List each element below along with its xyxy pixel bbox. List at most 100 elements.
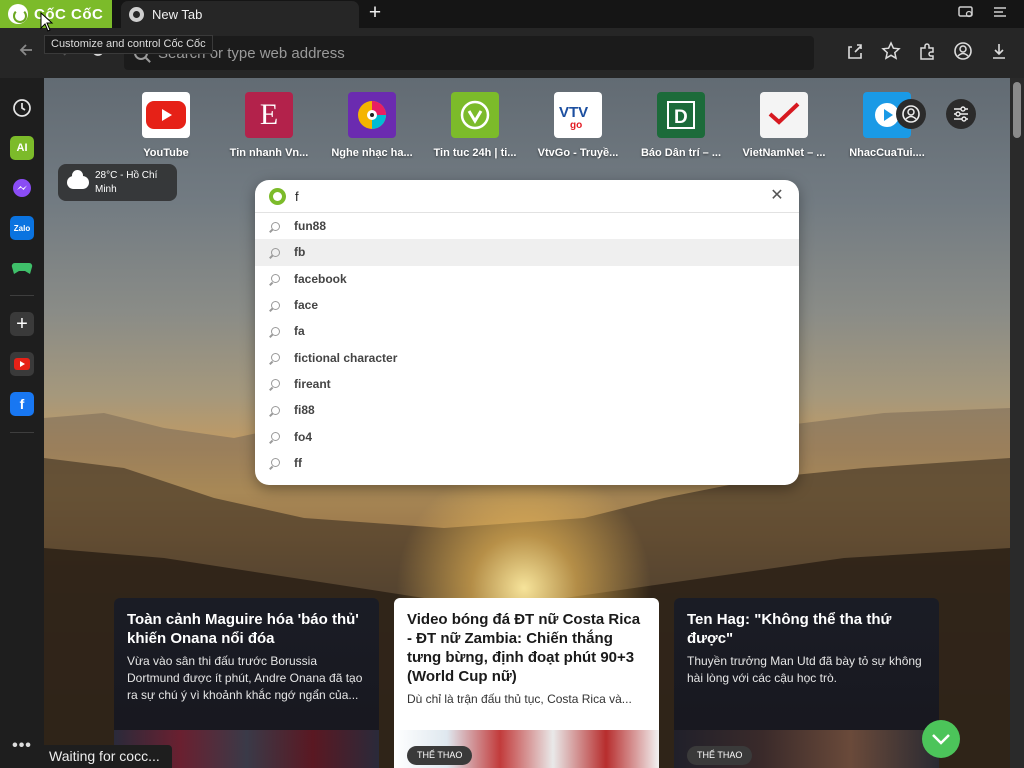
speed-dial-item[interactable]: VTV go VtvGo - Truyề... [530,92,626,159]
customize-button[interactable] [946,99,976,129]
music-disc-icon [348,92,396,138]
news-category-badge: THỂ THAO [407,746,473,765]
news-title: Ten Hag: "Không thể tha thứ được" [687,611,892,647]
tooltip: Customize and control Cốc Cốc [44,35,213,54]
suggestion-text: fireant [294,376,331,391]
suggestion-text: fun88 [294,219,327,234]
suggestion-text: face [294,298,319,313]
tab-title: New Tab [152,7,203,22]
speed-dial-label: Tin tuc 24h | ti... [433,147,517,159]
facebook-icon[interactable]: f [10,392,34,416]
speed-dial-item[interactable]: VietNamNet – ... [736,92,832,159]
e-letter-icon: E [245,92,293,138]
search-input[interactable] [295,188,735,204]
browser-window: CốC CốC New Tab + Search or type web add… [0,0,1024,768]
scrollbar-thumb[interactable] [1013,82,1021,138]
news-desc: Dù chỉ là trận đấu thủ tục, Costa Rica v… [407,692,632,706]
account-icon [902,105,920,123]
speed-dial-label: Tin nhanh Vn... [229,147,309,159]
suggestion-item[interactable]: fb [255,239,799,266]
messenger-icon[interactable] [10,176,34,200]
history-icon[interactable] [10,96,34,120]
suggestion-item[interactable]: facebook [255,266,799,292]
suggestion-item[interactable]: fireant [255,371,799,397]
account-button[interactable] [896,99,926,129]
search-icon [271,326,280,336]
speed-dial-label: VtvGo - Truyề... [537,147,619,159]
suggestion-item[interactable]: fo4 [255,423,799,449]
sliders-icon [954,106,968,122]
suggestion-text: ff [294,455,302,470]
tab-strip: CốC CốC New Tab + [0,0,1024,28]
close-icon[interactable]: ✕ [769,188,785,204]
search-icon [271,458,280,468]
svg-text:D: D [674,107,688,128]
news-card[interactable]: Video bóng đá ĐT nữ Costa Rica - ĐT nữ Z… [394,598,659,768]
search-icon [271,247,280,257]
sidebar-divider [10,295,34,296]
suggestion-text: fa [294,324,305,339]
download-icon[interactable] [988,41,1010,65]
bookmark-star-icon[interactable] [880,41,902,65]
svg-text:VTV: VTV [559,104,588,121]
share-icon[interactable] [844,41,866,65]
speed-dial-item[interactable]: E Tin nhanh Vn... [221,92,317,159]
zalo-icon[interactable]: Zalo [10,216,34,240]
extensions-icon[interactable] [916,41,938,65]
news-desc: Vừa vào sân thi đấu trước Borussia Dortm… [127,654,363,702]
new-tab-button[interactable]: + [364,2,386,25]
suggestion-item[interactable]: fa [255,318,799,344]
weather-widget[interactable]: 28°C - Hồ Chí Minh [58,164,177,201]
speed-dial-item[interactable]: YouTube [118,92,214,159]
news-title: Toàn cảnh Maguire hóa 'báo thủ' khiến On… [127,611,359,647]
speed-dial-label: Báo Dân trí – ... [640,147,722,159]
coccoc-logo-icon [8,4,28,24]
suggestion-list: fun88 fb facebook face fa fictional character… [255,213,799,476]
tab-search-icon[interactable] [990,4,1010,24]
address-bar[interactable]: Search or type web address [124,36,814,70]
status-bar: Waiting for cocc... [44,745,172,768]
youtube-sidebar-icon[interactable] [10,352,34,376]
tab-new-tab[interactable]: New Tab [121,1,359,28]
scroll-down-button[interactable] [922,720,960,758]
suggestion-text: fi88 [294,403,315,418]
news-card[interactable]: Toàn cảnh Maguire hóa 'báo thủ' khiến On… [114,598,379,768]
cloud-icon [67,170,89,189]
search-box[interactable]: ✕ [255,180,799,213]
suggestion-text: facebook [294,271,347,286]
suggestion-item[interactable]: ff [255,450,799,476]
profile-icon[interactable] [952,41,974,65]
news-category-badge: THỂ THAO [687,746,753,765]
search-icon [271,274,280,284]
sidebar-divider [10,432,34,433]
speed-dial-item[interactable]: Tin tuc 24h | ti... [427,92,523,159]
d-letter-icon: D [657,92,705,138]
speed-dial-label: NhacCuaTui.... [849,147,925,159]
speed-dial-item[interactable]: D Báo Dân trí – ... [633,92,729,159]
game-controller-icon[interactable] [10,256,34,280]
speed-dial-item[interactable]: Nghe nhạc ha... [324,92,420,159]
suggestion-item[interactable]: fi88 [255,397,799,423]
search-icon [271,405,280,415]
check-mark-icon [760,92,808,138]
news-title: Video bóng đá ĐT nữ Costa Rica - ĐT nữ Z… [407,611,641,685]
suggestion-item[interactable]: face [255,292,799,318]
suggestion-item[interactable]: fun88 [255,213,799,239]
chevron-down-icon [932,734,950,745]
ai-assistant-icon[interactable]: AI [10,136,34,160]
suggestion-text: fb [294,245,306,260]
more-icon[interactable]: ••• [10,734,34,758]
page-scrollbar[interactable] [1010,78,1024,768]
weather-text: 28°C - Hồ Chí Minh [95,169,158,195]
search-icon [271,379,280,389]
screenshot-icon[interactable] [956,4,976,24]
youtube-icon [142,92,190,138]
search-icon [271,221,280,231]
coccoc-menu-button[interactable]: CốC CốC [0,0,112,28]
back-button[interactable] [14,41,38,65]
search-dropdown: ✕ fun88 fb facebook face fa fictional charact… [255,180,799,485]
news-card[interactable]: Ten Hag: "Không thể tha thứ được" Thuyền… [674,598,939,768]
suggestion-item[interactable]: fictional character [255,344,799,370]
coccoc-favicon-icon [129,7,144,22]
add-sidebar-item-button[interactable]: + [10,312,34,336]
